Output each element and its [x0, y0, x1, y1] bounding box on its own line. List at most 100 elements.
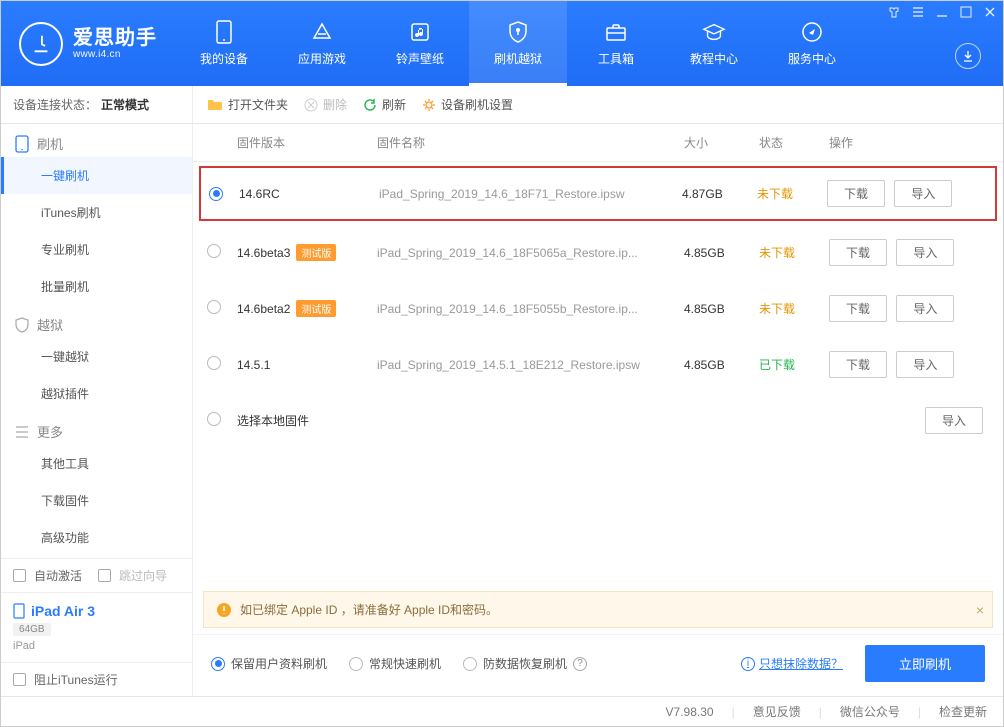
- maximize-icon[interactable]: [959, 5, 973, 19]
- import-button[interactable]: 导入: [925, 407, 983, 434]
- row-size: 4.85GB: [684, 358, 759, 372]
- row-version: 14.5.1: [237, 358, 377, 372]
- option-radio[interactable]: [349, 657, 363, 671]
- flash-now-button[interactable]: 立即刷机: [865, 645, 985, 682]
- nav-my-device[interactable]: 我的设备: [175, 1, 273, 86]
- check-update-link[interactable]: 检查更新: [939, 703, 987, 720]
- select-local-label: 选择本地固件: [237, 412, 829, 429]
- option-radio[interactable]: [463, 657, 477, 671]
- app-subtitle: www.i4.cn: [73, 49, 157, 60]
- flash-settings-button[interactable]: 设备刷机设置: [422, 96, 513, 113]
- row-radio[interactable]: [207, 244, 221, 258]
- feedback-link[interactable]: 意见反馈: [753, 703, 801, 720]
- table-header: 固件版本 固件名称 大小 状态 操作: [193, 124, 1003, 162]
- gear-icon: [422, 98, 436, 112]
- row-radio[interactable]: [209, 187, 223, 201]
- status-value: 正常模式: [101, 96, 149, 113]
- nav-flash-jailbreak[interactable]: 刷机越狱: [469, 1, 567, 86]
- device-card[interactable]: iPad Air 3 64GB iPad: [1, 592, 192, 662]
- sidebar-item-oneclick-jb[interactable]: 一键越狱: [1, 338, 192, 375]
- nav-ringtones[interactable]: 铃声壁纸: [371, 1, 469, 86]
- main-nav: 我的设备 应用游戏 铃声壁纸 刷机越狱 工具箱 教程中心 服务中心: [175, 1, 1003, 86]
- row-name: iPad_Spring_2019_14.6_18F5065a_Restore.i…: [377, 246, 684, 260]
- download-button[interactable]: 下载: [829, 295, 887, 322]
- nav-label: 刷机越狱: [494, 50, 542, 67]
- refresh-button[interactable]: 刷新: [363, 96, 406, 113]
- table-row-local[interactable]: 选择本地固件 导入: [193, 393, 1003, 449]
- graduation-icon: [702, 20, 726, 44]
- status-bar: V7.98.30 | 意见反馈 | 微信公众号 | 检查更新: [1, 696, 1003, 726]
- phone-icon: [212, 20, 236, 44]
- nav-label: 工具箱: [598, 50, 634, 67]
- row-status: 已下载: [759, 356, 829, 373]
- help-icon[interactable]: ?: [573, 657, 587, 671]
- row-status: 未下载: [757, 185, 827, 202]
- nav-toolbox[interactable]: 工具箱: [567, 1, 665, 86]
- music-icon: [408, 20, 432, 44]
- table-row[interactable]: 14.6beta3测试版 iPad_Spring_2019_14.6_18F50…: [193, 225, 1003, 281]
- storage-badge: 64GB: [13, 623, 51, 636]
- skip-wizard-checkbox[interactable]: [98, 569, 111, 582]
- auto-activate-row: 自动激活 跳过向导: [1, 558, 192, 592]
- sidebar-group-jailbreak: 越狱: [1, 305, 192, 338]
- nav-tutorials[interactable]: 教程中心: [665, 1, 763, 86]
- erase-data-link[interactable]: i 只想抹除数据？: [741, 655, 843, 672]
- sidebar-item-label: 越狱插件: [41, 387, 89, 401]
- import-button[interactable]: 导入: [896, 351, 954, 378]
- sidebar-item-itunes-flash[interactable]: iTunes刷机: [1, 194, 192, 231]
- minimize-icon[interactable]: [935, 5, 949, 19]
- option-keep-data[interactable]: 保留用户资料刷机: [211, 655, 327, 672]
- download-button[interactable]: 下载: [827, 180, 885, 207]
- table-row[interactable]: 14.6beta2测试版 iPad_Spring_2019_14.6_18F50…: [193, 281, 1003, 337]
- sidebar-item-label: 下载固件: [41, 494, 89, 508]
- open-folder-button[interactable]: 打开文件夹: [207, 96, 288, 113]
- row-version: 14.6beta3测试版: [237, 244, 377, 261]
- th-actions: 操作: [829, 134, 989, 151]
- group-title: 越狱: [37, 315, 63, 334]
- option-anti-recovery[interactable]: 防数据恢复刷机 ?: [463, 655, 587, 672]
- sidebar-item-oneclick-flash[interactable]: 一键刷机: [1, 157, 192, 194]
- skin-icon[interactable]: [887, 5, 901, 19]
- tool-label: 刷新: [382, 96, 406, 113]
- import-button[interactable]: 导入: [896, 295, 954, 322]
- sidebar-item-download-fw[interactable]: 下载固件: [1, 482, 192, 519]
- close-notice-icon[interactable]: ×: [976, 602, 984, 618]
- close-icon[interactable]: [983, 5, 997, 19]
- sidebar-item-jb-plugins[interactable]: 越狱插件: [1, 375, 192, 412]
- nav-label: 服务中心: [788, 50, 836, 67]
- row-radio[interactable]: [207, 356, 221, 370]
- option-label: 常规快速刷机: [369, 655, 441, 672]
- option-radio[interactable]: [211, 657, 225, 671]
- import-button[interactable]: 导入: [894, 180, 952, 207]
- stop-itunes-checkbox[interactable]: [13, 673, 26, 686]
- download-button[interactable]: 下载: [829, 351, 887, 378]
- download-button[interactable]: 下载: [829, 239, 887, 266]
- table-row[interactable]: 14.6RC iPad_Spring_2019_14.6_18F71_Resto…: [199, 166, 997, 221]
- row-version: 14.6RC: [239, 187, 379, 201]
- stop-itunes-row: 阻止iTunes运行: [1, 662, 192, 696]
- option-normal-flash[interactable]: 常规快速刷机: [349, 655, 441, 672]
- toolbox-icon: [604, 20, 628, 44]
- beta-badge: 测试版: [296, 300, 336, 317]
- wechat-link[interactable]: 微信公众号: [840, 703, 900, 720]
- sidebar-item-batch-flash[interactable]: 批量刷机: [1, 268, 192, 305]
- sidebar-item-pro-flash[interactable]: 专业刷机: [1, 231, 192, 268]
- nav-services[interactable]: 服务中心: [763, 1, 861, 86]
- folder-icon: [207, 98, 223, 112]
- import-button[interactable]: 导入: [896, 239, 954, 266]
- table-row[interactable]: 14.5.1 iPad_Spring_2019_14.5.1_18E212_Re…: [193, 337, 1003, 393]
- delete-icon: [304, 98, 318, 112]
- row-name: iPad_Spring_2019_14.6_18F5055b_Restore.i…: [377, 302, 684, 316]
- row-status: 未下载: [759, 300, 829, 317]
- sidebar-item-advanced[interactable]: 高级功能: [1, 519, 192, 556]
- row-radio[interactable]: [207, 412, 221, 426]
- sidebar-item-label: 一键刷机: [41, 169, 89, 183]
- row-radio[interactable]: [207, 300, 221, 314]
- download-manager-icon[interactable]: [955, 43, 981, 69]
- compass-icon: [800, 20, 824, 44]
- menu-icon[interactable]: [911, 5, 925, 19]
- sidebar-item-other-tools[interactable]: 其他工具: [1, 445, 192, 482]
- nav-label: 铃声壁纸: [396, 50, 444, 67]
- auto-activate-checkbox[interactable]: [13, 569, 26, 582]
- nav-apps-games[interactable]: 应用游戏: [273, 1, 371, 86]
